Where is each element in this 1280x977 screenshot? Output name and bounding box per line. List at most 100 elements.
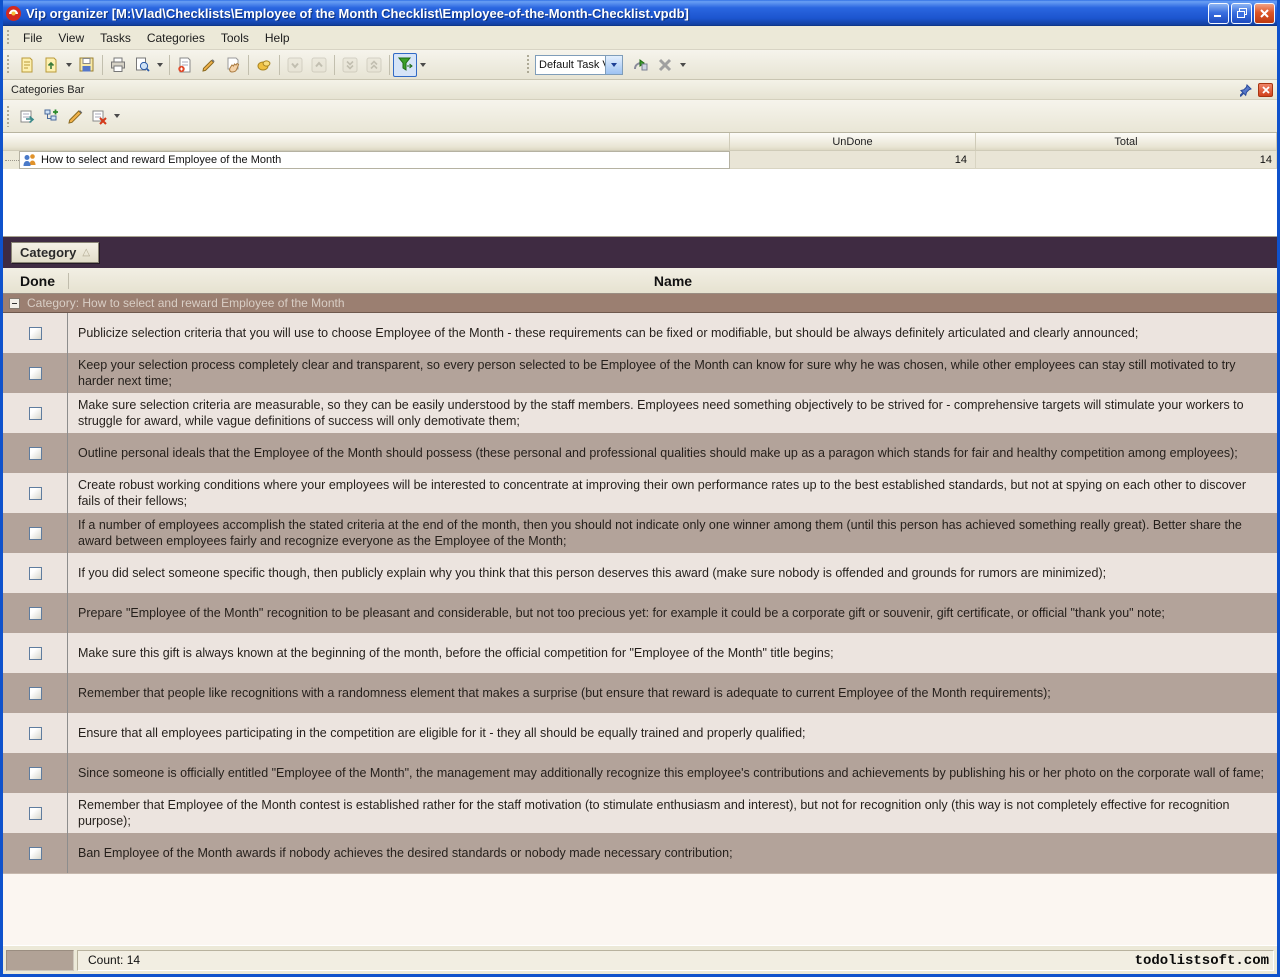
checklist-item-row[interactable]: Remember that Employee of the Month cont… <box>3 793 1277 833</box>
menu-categories[interactable]: Categories <box>139 28 213 48</box>
drag-task-button[interactable] <box>221 53 245 77</box>
checklist-item-row[interactable]: Since someone is officially entitled "Em… <box>3 753 1277 793</box>
pin-icon[interactable] <box>1240 83 1254 97</box>
item-text[interactable]: Outline personal ideals that the Employe… <box>68 433 1277 473</box>
checklist-item-row[interactable]: Make sure selection criteria are measura… <box>3 393 1277 433</box>
checklist-item-row[interactable]: Ensure that all employees participating … <box>3 713 1277 753</box>
view-toolbar-caret[interactable] <box>680 63 686 67</box>
filter-dropdown-caret[interactable] <box>420 63 426 67</box>
group-by-category-button[interactable]: Category △ <box>11 242 99 263</box>
name-column-header[interactable]: Name <box>69 273 1277 289</box>
toolbar-gripper[interactable] <box>6 105 11 127</box>
apply-view-button[interactable] <box>629 53 653 77</box>
item-text[interactable]: Ban Employee of the Month awards if nobo… <box>68 833 1277 873</box>
category-name-column-header[interactable] <box>3 133 730 151</box>
clear-view-button[interactable] <box>653 53 677 77</box>
category-name: How to select and reward Employee of the… <box>41 154 281 166</box>
done-column-header[interactable]: Done <box>3 273 68 289</box>
task-view-combobox[interactable]: Default Task V <box>535 55 623 75</box>
done-checkbox[interactable] <box>29 727 42 740</box>
checklist-item-row[interactable]: Remember that people like recognitions w… <box>3 673 1277 713</box>
print-dropdown-caret[interactable] <box>157 63 163 67</box>
toolbar-separator <box>248 55 249 75</box>
done-checkbox[interactable] <box>29 407 42 420</box>
item-text[interactable]: If a number of employees accomplish the … <box>68 513 1277 553</box>
filter-button[interactable] <box>393 53 417 77</box>
restore-button[interactable] <box>1231 3 1252 24</box>
toolbar-gripper[interactable] <box>6 29 11 45</box>
item-text[interactable]: Make sure this gift is always known at t… <box>68 633 1277 673</box>
combo-dropdown-icon[interactable] <box>605 56 622 74</box>
done-checkbox[interactable] <box>29 847 42 860</box>
category-tree-row[interactable]: How to select and reward Employee of the… <box>3 151 1277 169</box>
move-to-bottom-button[interactable] <box>338 53 362 77</box>
checklist-item-row[interactable]: Keep your selection process completely c… <box>3 353 1277 393</box>
collapse-icon[interactable] <box>9 298 20 309</box>
done-checkbox[interactable] <box>29 807 42 820</box>
done-checkbox[interactable] <box>29 447 42 460</box>
title-bar: Vip organizer [M:\Vlad\Checklists\Employ… <box>0 0 1280 26</box>
menu-file[interactable]: File <box>15 28 50 48</box>
complete-task-button[interactable] <box>252 53 276 77</box>
checklist-item-row[interactable]: Outline personal ideals that the Employe… <box>3 433 1277 473</box>
checklist-item-row[interactable]: Prepare "Employee of the Month" recognit… <box>3 593 1277 633</box>
item-text[interactable]: Remember that people like recognitions w… <box>68 673 1277 713</box>
toolbar-gripper[interactable] <box>526 54 531 74</box>
checklist-item-row[interactable]: Make sure this gift is always known at t… <box>3 633 1277 673</box>
print-preview-button[interactable] <box>130 53 154 77</box>
edit-task-button[interactable] <box>197 53 221 77</box>
done-checkbox[interactable] <box>29 607 42 620</box>
menu-tasks[interactable]: Tasks <box>92 28 139 48</box>
checklist-item-row[interactable]: Create robust working conditions where y… <box>3 473 1277 513</box>
done-checkbox[interactable] <box>29 567 42 580</box>
checklist-item-row[interactable]: Publicize selection criteria that you wi… <box>3 313 1277 353</box>
total-column-header[interactable]: Total <box>976 133 1277 151</box>
categories-toolbar <box>3 100 1277 133</box>
categories-bar-close-icon[interactable] <box>1258 83 1273 97</box>
toolbar-gripper[interactable] <box>6 54 11 74</box>
close-button[interactable] <box>1254 3 1275 24</box>
menu-view[interactable]: View <box>50 28 92 48</box>
undone-column-header[interactable]: UnDone <box>730 133 976 151</box>
item-text[interactable]: Prepare "Employee of the Month" recognit… <box>68 593 1277 633</box>
item-text[interactable]: Keep your selection process completely c… <box>68 353 1277 393</box>
categories-toolbar-caret[interactable] <box>114 114 120 118</box>
watermark-text: todolistsoft.com <box>1135 953 1269 969</box>
checklist-item-row[interactable]: If you did select someone specific thoug… <box>3 553 1277 593</box>
add-subcategory-button[interactable] <box>39 104 63 128</box>
checklist-item-row[interactable]: Ban Employee of the Month awards if nobo… <box>3 833 1277 873</box>
done-checkbox[interactable] <box>29 367 42 380</box>
done-checkbox[interactable] <box>29 487 42 500</box>
delete-category-button[interactable] <box>87 104 111 128</box>
category-group-row[interactable]: Category: How to select and reward Emplo… <box>3 294 1277 313</box>
menu-help[interactable]: Help <box>257 28 298 48</box>
item-text[interactable]: Create robust working conditions where y… <box>68 473 1277 513</box>
item-text[interactable]: Remember that Employee of the Month cont… <box>68 793 1277 833</box>
item-text[interactable]: Publicize selection criteria that you wi… <box>68 313 1277 353</box>
move-to-top-button[interactable] <box>362 53 386 77</box>
minimize-button[interactable] <box>1208 3 1229 24</box>
open-button[interactable] <box>39 53 63 77</box>
done-checkbox[interactable] <box>29 687 42 700</box>
item-text[interactable]: Since someone is officially entitled "Em… <box>68 753 1277 793</box>
move-up-button[interactable] <box>307 53 331 77</box>
new-button[interactable] <box>15 53 39 77</box>
edit-category-button[interactable] <box>63 104 87 128</box>
item-text[interactable]: Make sure selection criteria are measura… <box>68 393 1277 433</box>
done-checkbox[interactable] <box>29 327 42 340</box>
item-text[interactable]: Ensure that all employees participating … <box>68 713 1277 753</box>
new-category-button[interactable] <box>15 104 39 128</box>
move-down-button[interactable] <box>283 53 307 77</box>
category-name-cell[interactable]: How to select and reward Employee of the… <box>19 151 730 169</box>
add-task-button[interactable] <box>173 53 197 77</box>
done-checkbox[interactable] <box>29 647 42 660</box>
print-button[interactable] <box>106 53 130 77</box>
menu-tools[interactable]: Tools <box>213 28 257 48</box>
open-dropdown-caret[interactable] <box>66 63 72 67</box>
toolbar-separator <box>169 55 170 75</box>
done-checkbox[interactable] <box>29 527 42 540</box>
item-text[interactable]: If you did select someone specific thoug… <box>68 553 1277 593</box>
save-button[interactable] <box>75 53 99 77</box>
checklist-item-row[interactable]: If a number of employees accomplish the … <box>3 513 1277 553</box>
done-checkbox[interactable] <box>29 767 42 780</box>
